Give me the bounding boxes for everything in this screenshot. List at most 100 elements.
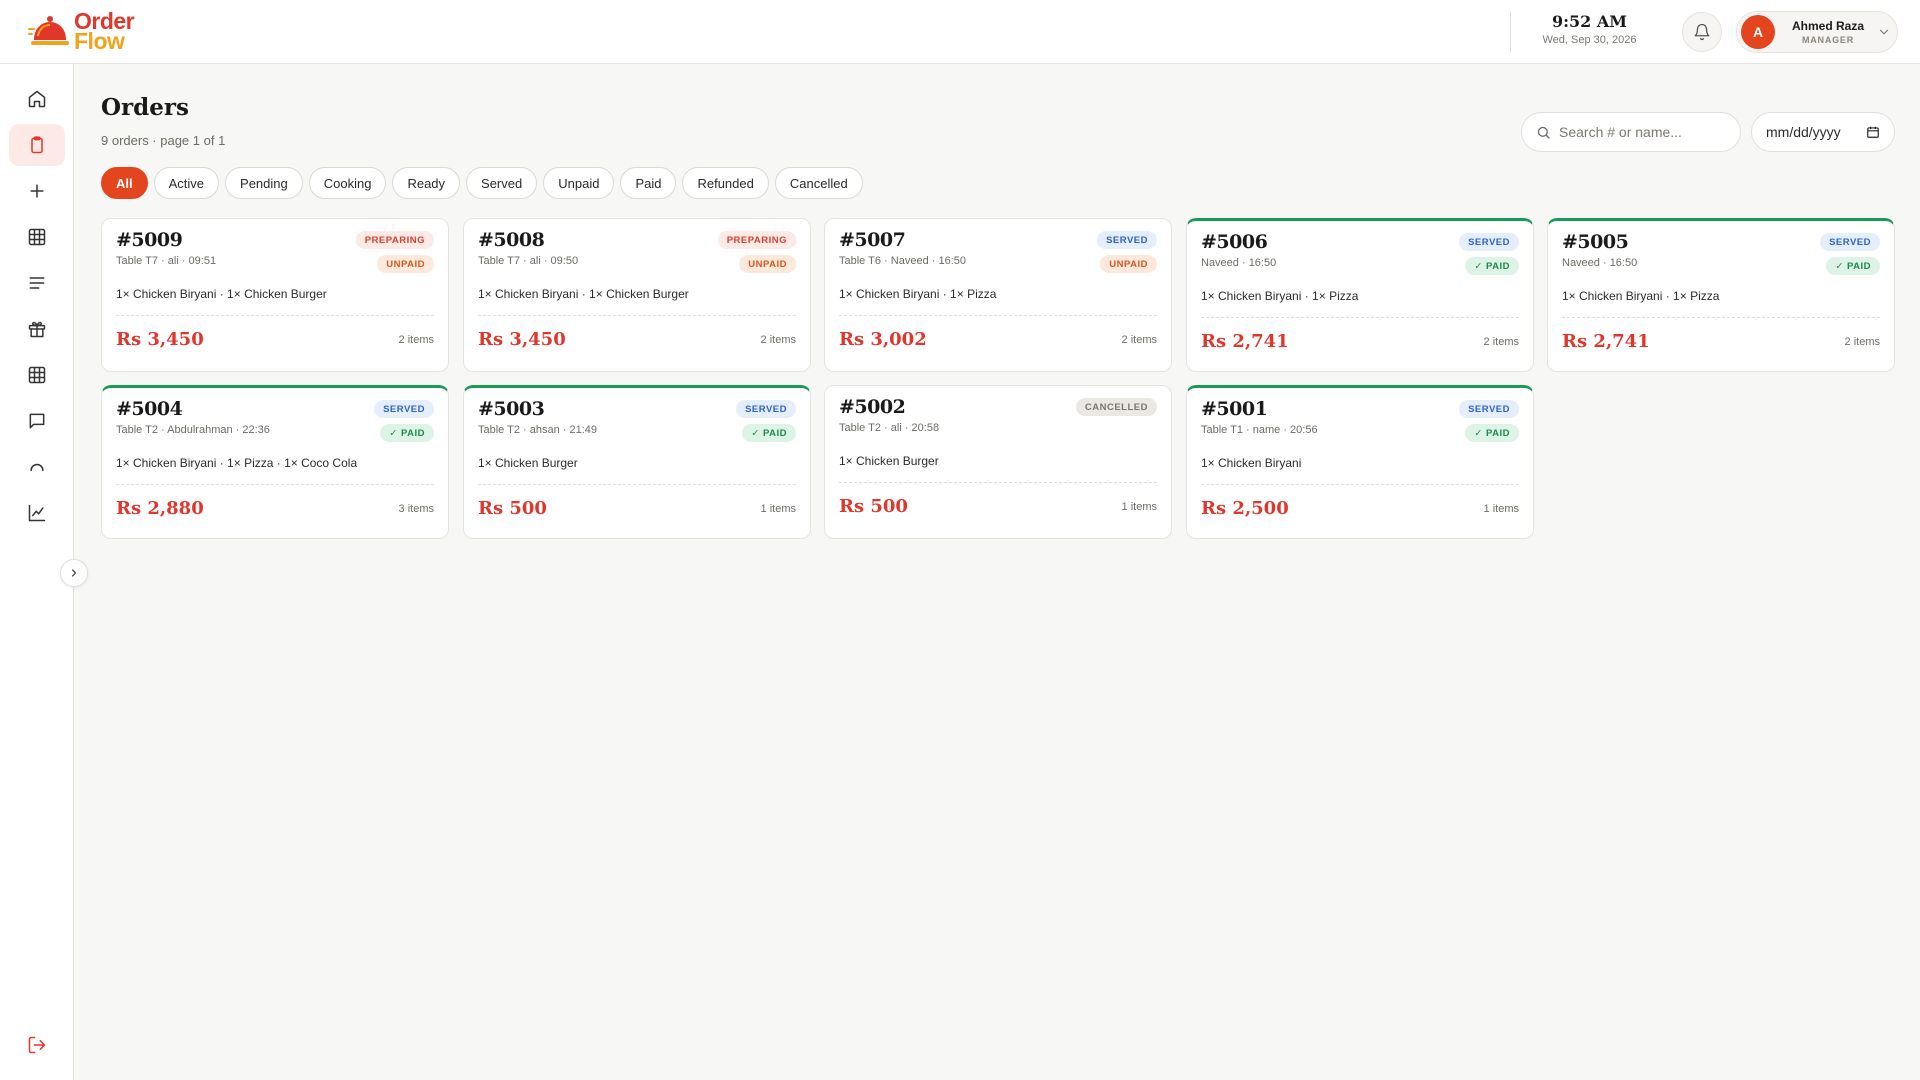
- brand-line-2: Flow: [74, 28, 125, 54]
- user-menu-button[interactable]: A Ahmed Raza MANAGER: [1736, 11, 1898, 53]
- sidebar-item-orders[interactable]: [9, 124, 65, 166]
- gift-icon: [28, 321, 46, 338]
- order-divider: [1562, 317, 1880, 318]
- user-info: Ahmed Raza MANAGER: [1785, 19, 1871, 45]
- order-items: 1× Chicken Burger: [478, 456, 578, 470]
- page-title: Orders: [101, 94, 189, 121]
- order-total: Rs 500: [839, 496, 908, 517]
- order-item-count: 1 items: [1121, 501, 1157, 513]
- order-total: Rs 2,741: [1562, 331, 1650, 352]
- order-divider: [1201, 484, 1519, 485]
- order-number: #5001: [1201, 398, 1268, 420]
- orderflow-logo[interactable]: Order Flow: [28, 10, 135, 54]
- order-meta: Table T2 · Abdulrahman · 22:36: [116, 424, 270, 436]
- clock-time: 9:52 AM: [1552, 12, 1627, 31]
- sidebar-item-home[interactable]: [9, 78, 65, 120]
- order-meta: Table T2 · ahsan · 21:49: [478, 424, 598, 436]
- bell-icon: [1694, 23, 1710, 41]
- order-card[interactable]: #5008 Table T7 · ali · 09:50 1× Chicken Bi…: [463, 218, 811, 372]
- sidebar-item-inventory[interactable]: [9, 354, 65, 396]
- filter-chip-all[interactable]: All: [101, 167, 148, 199]
- order-number: #5006: [1201, 231, 1268, 253]
- chat-icon: [29, 413, 45, 429]
- sidebar-item-kitchen[interactable]: [9, 446, 65, 488]
- order-items: 1× Chicken Biryani · 1× Pizza: [1562, 289, 1720, 303]
- order-item-count: 2 items: [1121, 334, 1157, 346]
- order-divider: [478, 484, 796, 485]
- payment-badge: UNPAID: [377, 255, 434, 273]
- search-input[interactable]: [1559, 124, 1729, 140]
- payment-badge: ✓ PAID: [742, 424, 796, 442]
- sidebar-item-new-order[interactable]: [9, 170, 65, 212]
- clock-date: Wed, Sep 30, 2026: [1542, 34, 1637, 46]
- calendar-icon[interactable]: [1866, 125, 1880, 139]
- search-box[interactable]: [1521, 112, 1741, 152]
- order-card[interactable]: #5001 Table T1 · name · 20:56 1× Chicken B…: [1186, 385, 1534, 539]
- status-badge: SERVED: [736, 400, 796, 418]
- sidebar-item-offers[interactable]: [9, 308, 65, 350]
- grid-icon: [28, 366, 46, 384]
- filter-chip-cooking[interactable]: Cooking: [308, 167, 387, 199]
- filter-chip-active[interactable]: Active: [153, 167, 220, 199]
- order-card[interactable]: #5005 Naveed · 16:50 1× Chicken Biryani · …: [1547, 218, 1895, 372]
- order-divider: [116, 484, 434, 485]
- order-badges: CANCELLED: [1075, 398, 1157, 416]
- search-icon: [1537, 126, 1550, 139]
- order-total: Rs 2,880: [116, 498, 204, 519]
- order-number: #5008: [478, 229, 545, 251]
- payment-badge: UNPAID: [739, 255, 796, 273]
- order-item-count: 1 items: [1483, 503, 1519, 515]
- filter-chip-paid[interactable]: Paid: [620, 167, 677, 199]
- order-items: 1× Chicken Biryani · 1× Chicken Burger: [478, 287, 689, 301]
- user-name: Ahmed Raza: [1791, 19, 1865, 33]
- filter-chip-pending[interactable]: Pending: [225, 167, 303, 199]
- filter-chip-served[interactable]: Served: [466, 167, 538, 199]
- sidebar-item-reports[interactable]: [9, 492, 65, 534]
- order-items: 1× Chicken Biryani · 1× Pizza: [839, 287, 997, 301]
- filter-chip-unpaid[interactable]: Unpaid: [543, 167, 615, 199]
- sidebar-item-menu[interactable]: [9, 262, 65, 304]
- order-item-count: 3 items: [398, 503, 434, 515]
- order-total: Rs 3,450: [116, 329, 204, 350]
- filter-chip-ready[interactable]: Ready: [392, 167, 461, 199]
- home-icon: [28, 90, 46, 108]
- order-card[interactable]: #5006 Naveed · 16:50 1× Chicken Biryani · …: [1186, 218, 1534, 372]
- cloche-logo-icon: [28, 16, 69, 45]
- order-items: 1× Chicken Biryani: [1201, 456, 1302, 470]
- logout-button[interactable]: [9, 1024, 65, 1066]
- sidebar-expand-button[interactable]: [60, 559, 88, 587]
- sidebar-item-tables[interactable]: [9, 216, 65, 258]
- order-total: Rs 3,450: [478, 329, 566, 350]
- top-bar: Order Flow 9:52 AM Wed, Sep 30, 2026 A A…: [0, 0, 1920, 64]
- order-card[interactable]: #5007 Table T6 · Naveed · 16:50 1× Chicken…: [824, 218, 1172, 372]
- order-number: #5002: [839, 396, 906, 418]
- menu-list-icon: [29, 277, 45, 289]
- payment-badge: ✓ PAID: [1465, 424, 1519, 442]
- notifications-button[interactable]: [1682, 12, 1722, 52]
- order-items: 1× Chicken Biryani · 1× Chicken Burger: [116, 287, 327, 301]
- order-meta: Table T6 · Naveed · 16:50: [839, 255, 966, 267]
- status-badge: SERVED: [1459, 400, 1519, 418]
- order-divider: [1201, 317, 1519, 318]
- filter-chip-cancelled[interactable]: Cancelled: [774, 167, 863, 199]
- order-total: Rs 2,500: [1201, 498, 1289, 519]
- order-items: 1× Chicken Biryani · 1× Pizza · 1× Coco …: [116, 456, 358, 470]
- avatar: A: [1741, 15, 1775, 49]
- date-filter[interactable]: mm/dd/yyyy: [1751, 112, 1895, 152]
- chart-icon: [28, 504, 46, 522]
- order-item-count: 2 items: [1483, 336, 1519, 348]
- order-card[interactable]: #5002 Table T2 · ali · 20:58 1× Chicken Bu…: [824, 385, 1172, 539]
- order-card[interactable]: #5003 Table T2 · ahsan · 21:49 1× Chicken …: [463, 385, 811, 539]
- logout-icon: [28, 1036, 46, 1054]
- payment-badge: ✓ PAID: [380, 424, 434, 442]
- user-role: MANAGER: [1801, 35, 1855, 45]
- status-badge: SERVED: [374, 400, 434, 418]
- payment-badge: ✓ PAID: [1465, 257, 1519, 275]
- filter-chip-refunded[interactable]: Refunded: [682, 167, 769, 199]
- grid-table-icon: [28, 228, 46, 246]
- order-card[interactable]: #5009 Table T7 · ali · 09:51 1× Chicken Bi…: [101, 218, 449, 372]
- order-number: #5003: [478, 398, 545, 420]
- order-badges: SERVED ✓ PAID: [374, 400, 434, 442]
- sidebar-item-messages[interactable]: [9, 400, 65, 442]
- order-card[interactable]: #5004 Table T2 · Abdulrahman · 22:36 1× Ch…: [101, 385, 449, 539]
